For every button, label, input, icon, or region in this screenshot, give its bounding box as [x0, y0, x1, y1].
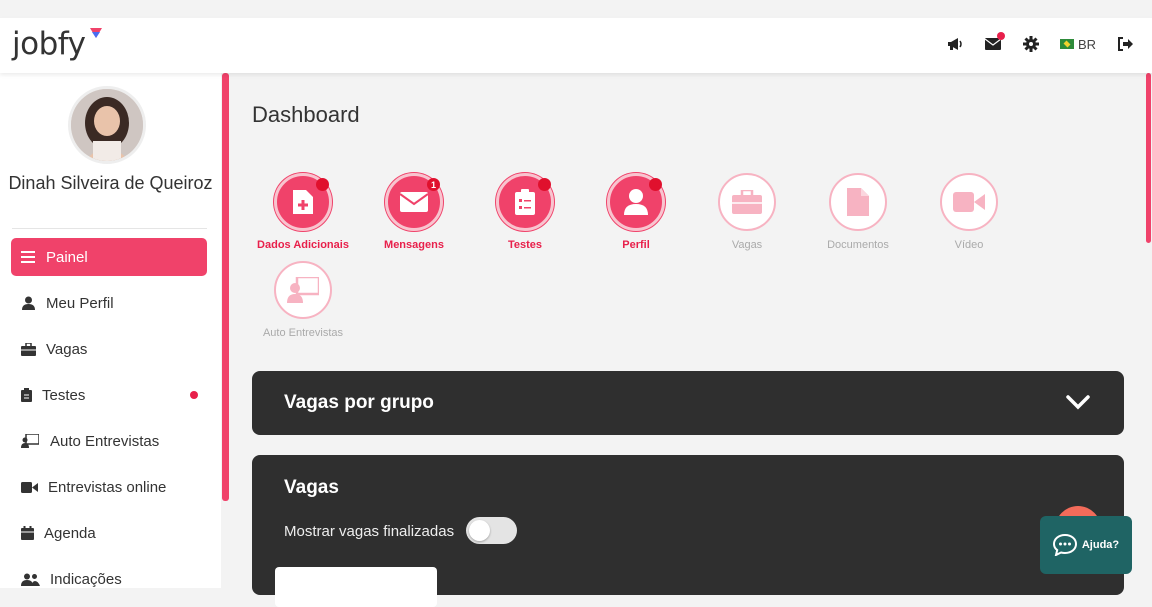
sidebar-item-meu-perfil[interactable]: Meu Perfil [11, 284, 207, 322]
messages-envelope-icon[interactable] [984, 32, 1005, 53]
clipboard-list-icon [515, 189, 535, 215]
avatar[interactable] [68, 86, 146, 164]
shortcut-testes[interactable]: Testes [469, 173, 581, 251]
shortcut-label: Vídeo [954, 239, 984, 251]
shortcut-video[interactable]: Vídeo [913, 173, 1025, 251]
video-icon [953, 192, 985, 212]
menu-icon [20, 249, 36, 265]
user-icon [624, 189, 648, 215]
users-icon [20, 571, 40, 587]
panel-title: Vagas por grupo [284, 392, 434, 413]
shortcut-mensagens[interactable]: 1 Mensagens [358, 173, 470, 251]
shortcut-auto-entrevistas[interactable]: Auto Entrevistas [247, 261, 359, 339]
app-logo[interactable]: jobfy [12, 26, 86, 62]
envelope-icon [400, 192, 428, 212]
megaphone-icon[interactable] [946, 35, 964, 53]
tab-active[interactable] [275, 567, 437, 607]
sidebar-item-label: Agenda [44, 524, 96, 542]
notification-count-badge: 1 [427, 178, 440, 191]
language-selector[interactable]: BR [1059, 36, 1096, 52]
shortcut-circle [274, 261, 332, 319]
calendar-icon [20, 525, 34, 541]
shortcut-circle [274, 173, 332, 231]
presentation-icon [20, 433, 40, 449]
shortcut-circle [607, 173, 665, 231]
notification-dot [996, 32, 1005, 40]
shortcut-label: Dados Adicionais [257, 239, 349, 251]
vagas-panel: Vagas Mostrar vagas finalizadas [252, 455, 1124, 607]
sidebar-item-painel[interactable]: Painel [11, 238, 207, 276]
shortcut-circle [718, 173, 776, 231]
document-icon [847, 188, 869, 216]
notification-dot [649, 178, 662, 191]
shortcut-label: Mensagens [384, 239, 444, 251]
flag-icon [1059, 39, 1074, 49]
briefcase-icon [732, 190, 762, 214]
sidebar-item-auto-entrevistas[interactable]: Auto Entrevistas [11, 422, 207, 460]
panel-title: Vagas [284, 477, 339, 498]
header-actions: BR [946, 32, 1134, 53]
toggle-label: Mostrar vagas finalizadas [284, 523, 455, 540]
notification-dot [316, 178, 329, 191]
shortcut-label: Auto Entrevistas [262, 327, 344, 339]
sidebar-item-entrevistas-online[interactable]: Entrevistas online [11, 468, 207, 506]
help-button[interactable]: Ajuda? [1040, 516, 1132, 574]
shortcut-label: Testes [507, 239, 543, 251]
help-label: Ajuda? [1081, 539, 1120, 551]
logout-icon[interactable] [1116, 35, 1134, 53]
shortcut-dados-adicionais[interactable]: Dados Adicionais [247, 173, 359, 251]
sidebar-item-indicacoes[interactable]: Indicações [11, 560, 207, 598]
page-title: Dashboard [252, 102, 360, 127]
sidebar-item-label: Entrevistas online [48, 478, 167, 496]
show-finished-toggle[interactable] [466, 517, 517, 544]
shortcut-vagas[interactable]: Vagas [691, 173, 803, 251]
user-icon [20, 295, 36, 311]
sidebar: Dinah Silveira de Queiroz Painel Meu Per… [0, 73, 221, 588]
gear-icon[interactable] [1022, 35, 1040, 53]
shortcut-label: Perfil [622, 239, 650, 251]
shortcut-label: Vagas [731, 239, 763, 251]
shortcut-perfil[interactable]: Perfil [580, 173, 692, 251]
shortcut-circle [940, 173, 998, 231]
chat-icon [1052, 534, 1077, 556]
language-label: BR [1077, 36, 1096, 52]
shortcut-circle [496, 173, 554, 231]
sidebar-item-label: Testes [42, 386, 86, 404]
shortcut-circle: 1 [385, 173, 443, 231]
sidebar-item-label: Auto Entrevistas [50, 432, 160, 450]
toggle-knob [469, 520, 490, 541]
shortcut-documentos[interactable]: Documentos [802, 173, 914, 251]
clipboard-icon [20, 387, 32, 403]
sidebar-item-label: Painel [46, 248, 88, 266]
shortcut-label: Documentos [827, 239, 889, 251]
sidebar-scrollbar[interactable] [222, 73, 229, 501]
presentation-icon [287, 277, 319, 303]
sidebar-item-label: Meu Perfil [46, 294, 114, 312]
sidebar-item-agenda[interactable]: Agenda [11, 514, 207, 552]
notification-dot [538, 178, 551, 191]
sidebar-item-vagas[interactable]: Vagas [11, 330, 207, 368]
sidebar-nav: Painel Meu Perfil Vagas Testes Auto Entr… [11, 238, 207, 606]
file-plus-icon [293, 190, 313, 214]
briefcase-icon [20, 341, 36, 357]
notification-dot [190, 391, 198, 399]
shortcut-circle [829, 173, 887, 231]
sidebar-item-label: Vagas [46, 340, 88, 358]
sidebar-divider [12, 228, 207, 229]
sidebar-item-testes[interactable]: Testes [11, 376, 207, 414]
page-scrollbar[interactable] [1146, 73, 1151, 243]
logo-mark-icon [90, 28, 102, 38]
sidebar-item-label: Indicações [50, 570, 122, 588]
chevron-down-icon[interactable] [1066, 395, 1090, 410]
video-icon [20, 479, 38, 495]
vagas-por-grupo-panel[interactable]: Vagas por grupo [252, 371, 1124, 435]
top-bar: jobfy BR [0, 18, 1152, 73]
user-name: Dinah Silveira de Queiroz [8, 173, 213, 193]
